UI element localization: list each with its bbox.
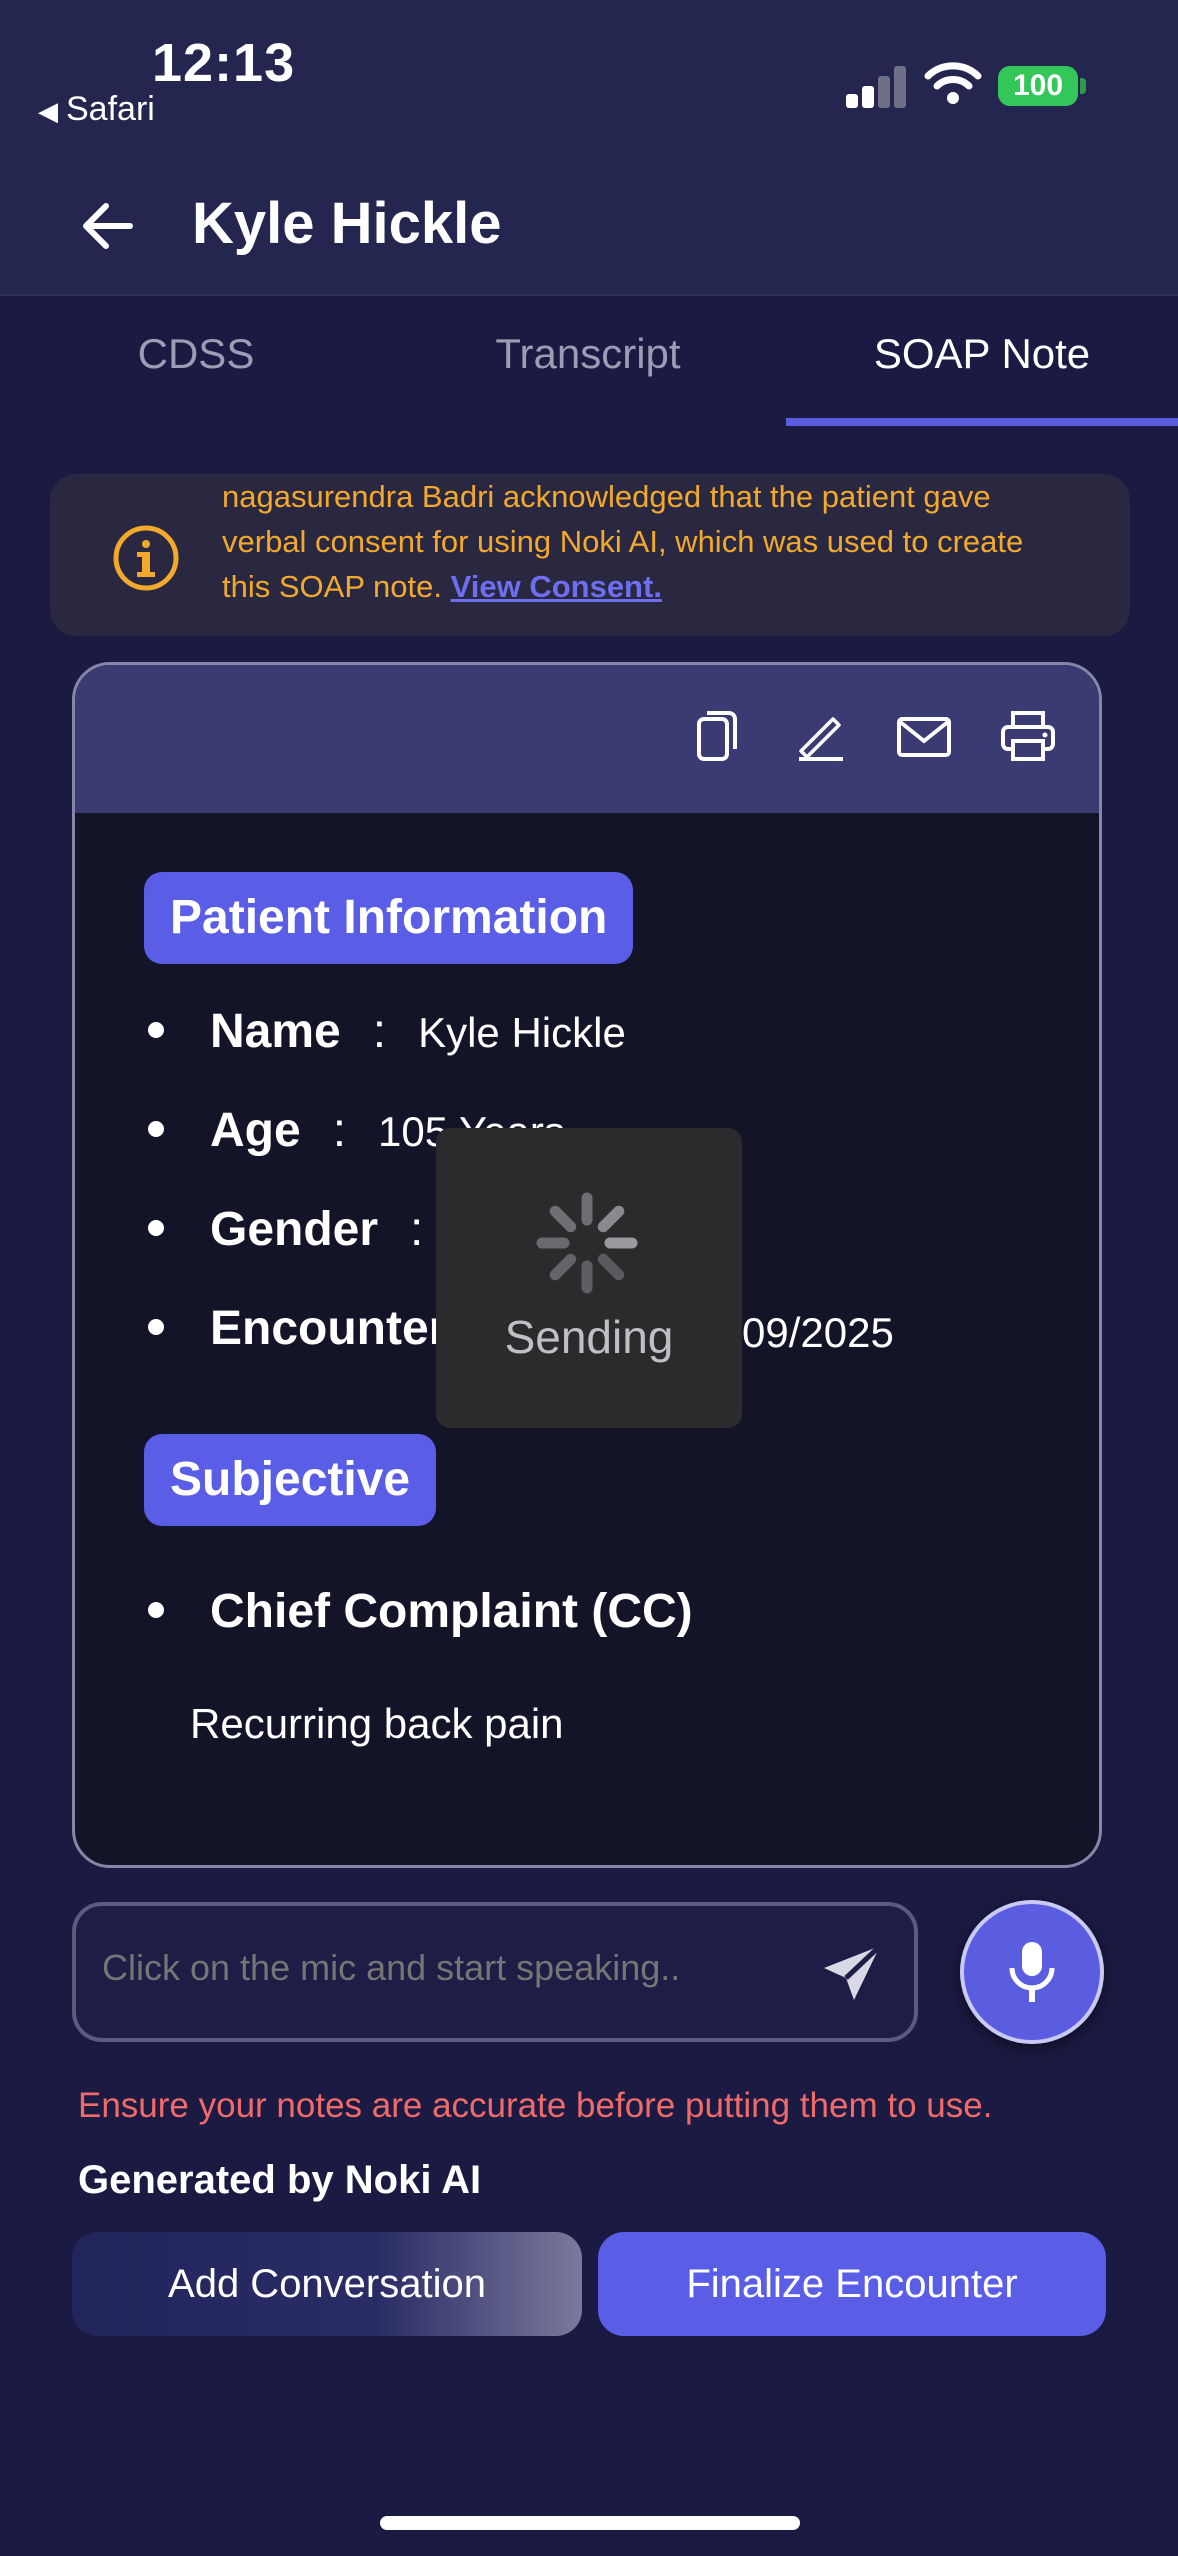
loading-spinner-icon <box>536 1192 638 1294</box>
field-label: Name <box>210 1005 341 1058</box>
consent-line-1: nagasurendra Badri acknowledged that the… <box>222 479 991 514</box>
info-icon <box>113 525 179 591</box>
field-name: Name: Kyle Hickle <box>148 1004 626 1059</box>
field-encounter: Encounter <box>148 1301 447 1356</box>
bullet <box>148 1121 164 1138</box>
field-value: Kyle Hickle <box>418 1009 626 1056</box>
field-label: Gender <box>210 1203 379 1256</box>
field-label: Encounter <box>210 1302 448 1355</box>
tab-cdss[interactable]: CDSS <box>0 330 392 378</box>
field-separator: : <box>410 1203 424 1256</box>
home-indicator <box>380 2516 800 2530</box>
back-triangle-icon: ◀ <box>38 96 58 126</box>
consent-line-3-text: this SOAP note. <box>222 569 451 604</box>
consent-line-3: this SOAP note. View Consent. <box>222 564 1102 609</box>
tab-transcript[interactable]: Transcript <box>392 330 784 378</box>
back-to-safari[interactable]: ◀ Safari <box>38 90 155 129</box>
back-app-label: Safari <box>66 90 155 128</box>
card-toolbar <box>75 665 1099 813</box>
tab-soap-note[interactable]: SOAP Note <box>786 330 1178 378</box>
field-value: 09/2025 <box>742 1309 894 1356</box>
field-gender: Gender: <box>148 1202 455 1257</box>
battery-nub <box>1080 78 1086 94</box>
chief-complaint-label: Chief Complaint (CC) <box>148 1584 693 1639</box>
wifi-icon <box>924 62 982 104</box>
field-separator: : <box>332 1104 347 1157</box>
generated-by-label: Generated by Noki AI <box>78 2158 482 2202</box>
bullet <box>148 1022 164 1039</box>
print-icon[interactable] <box>999 707 1057 765</box>
status-time: 12:13 <box>152 33 296 93</box>
back-arrow-icon[interactable] <box>80 196 136 256</box>
consent-line-2: verbal consent for using Noki AI, which … <box>222 524 1024 559</box>
patient-information-heading: Patient Information <box>144 872 634 964</box>
cellular-signal-icon <box>846 64 908 108</box>
accuracy-warning: Ensure your notes are accurate before pu… <box>78 2086 993 2125</box>
mail-icon[interactable] <box>895 707 953 765</box>
encounter-date: 09/2025 <box>742 1304 894 1359</box>
bullet <box>148 1319 164 1336</box>
subjective-heading: Subjective <box>144 1434 437 1526</box>
consent-text: nagasurendra Badri acknowledged that the… <box>222 474 1102 609</box>
field-separator: : <box>372 1005 387 1058</box>
edit-icon[interactable] <box>791 707 849 765</box>
field-label: Age <box>210 1104 301 1157</box>
microphone-icon[interactable] <box>996 1936 1068 2008</box>
speech-input[interactable] <box>100 1946 804 1990</box>
add-conversation-button[interactable]: Add Conversation <box>72 2232 582 2336</box>
chief-complaint-text: Recurring back pain <box>190 1700 564 1747</box>
battery-indicator: 100 <box>998 66 1078 106</box>
bullet <box>148 1602 164 1619</box>
view-consent-link[interactable]: View Consent. <box>451 569 662 604</box>
cc-label: Chief Complaint (CC) <box>210 1585 693 1638</box>
bullet <box>148 1220 164 1237</box>
active-tab-indicator <box>786 418 1178 426</box>
finalize-encounter-button[interactable]: Finalize Encounter <box>598 2232 1106 2336</box>
copy-icon[interactable] <box>689 707 747 765</box>
header-divider <box>0 294 1178 296</box>
sending-label: Sending <box>504 1311 674 1363</box>
send-icon[interactable] <box>818 1938 888 2008</box>
page-title: Kyle Hickle <box>192 191 502 256</box>
